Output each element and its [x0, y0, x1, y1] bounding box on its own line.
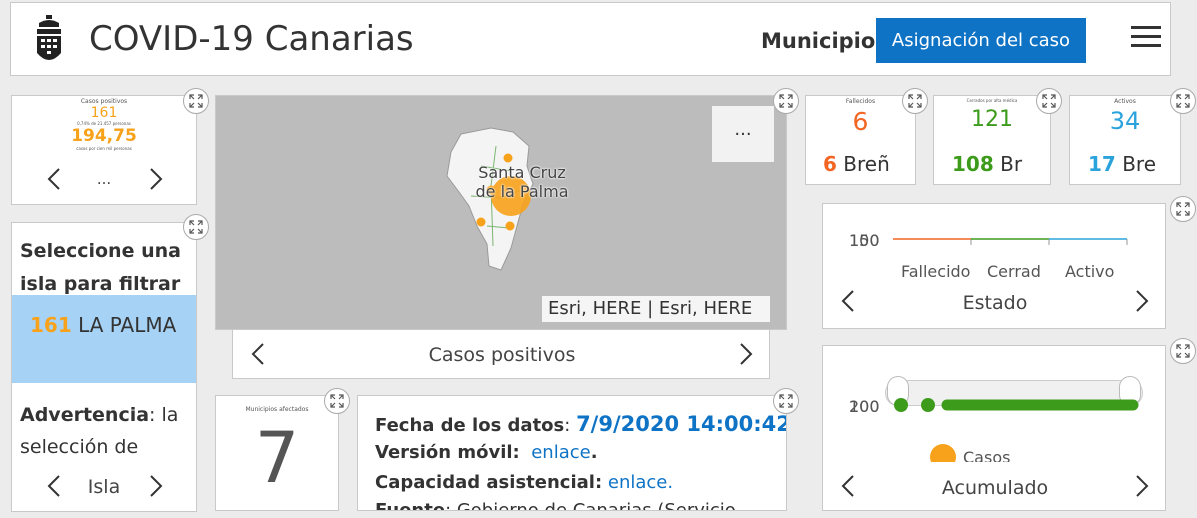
warning-label: Advertencia: [20, 404, 150, 426]
prev-arrow-icon[interactable]: [841, 290, 855, 312]
closed-cases-card: Cerrados por alta médica 121 108 Br: [933, 95, 1051, 185]
island-nav-label: Isla: [87, 476, 121, 498]
cumulative-chart-panel: 100 200 Casos Acumulado: [822, 345, 1166, 511]
prev-arrow-icon[interactable]: [251, 343, 265, 365]
closed-detail: 108 Br: [952, 152, 1022, 176]
status-chart-panel: 100 150 Fallecido Cerrad Activo Estado: [822, 203, 1166, 329]
mobile-version-link[interactable]: enlace: [531, 442, 590, 463]
source-row: Fuente: Gobierno de Canarias (Servicio: [375, 500, 736, 511]
prev-arrow-icon[interactable]: [47, 475, 61, 497]
map-more-options-button[interactable]: ···: [712, 106, 774, 162]
capacity-link[interactable]: enlace.: [608, 472, 673, 493]
island-item-la-palma[interactable]: 161 LA PALMA: [12, 295, 196, 383]
prev-arrow-icon[interactable]: [841, 475, 855, 497]
next-arrow-icon[interactable]: [1135, 290, 1149, 312]
status-legend-closed: Cerrad: [987, 262, 1041, 281]
municipalities-caption: Municipios afectados: [245, 406, 309, 413]
island-item-count: 161: [30, 313, 72, 337]
expand-icon[interactable]: [1170, 196, 1196, 222]
filter-warning: Advertencia: la selección de: [20, 399, 196, 463]
la-palma-island-map[interactable]: [441, 126, 556, 276]
map-nav-label: Casos positivos: [428, 344, 576, 366]
mobile-version-label: Versión móvil:: [375, 442, 520, 463]
positive-cases-card: Casos positivos 161 0,74% de 21.457 pers…: [11, 95, 197, 205]
expand-icon[interactable]: [1036, 88, 1062, 114]
source-label: Fuente: [375, 500, 446, 511]
status-y-tick: 150: [849, 231, 880, 250]
capacity-row: Capacidad asistencial: enlace.: [375, 472, 673, 493]
active-detail: 17 Bre: [1088, 152, 1156, 176]
active-detail-value: 17: [1088, 152, 1116, 176]
expand-icon[interactable]: [902, 88, 928, 114]
positive-cases-rate: 194,75: [71, 126, 137, 146]
cumulative-nav-label: Acumulado: [941, 477, 1049, 499]
data-date-label: Fecha de los datos: [375, 415, 565, 436]
island-item-name: LA PALMA: [78, 313, 177, 337]
active-detail-name: Bre: [1122, 152, 1157, 176]
municipio-toggle[interactable]: Municipio: [761, 29, 875, 53]
positive-cases-nav-label: ...: [96, 170, 112, 188]
deceased-card: Fallecidos 6 6 Breñ: [805, 95, 916, 185]
positive-cases-rate-caption: casos por cien mil personas: [76, 146, 132, 151]
canarias-coat-of-arms-icon: [37, 15, 61, 60]
next-arrow-icon[interactable]: [1135, 475, 1149, 497]
closed-detail-value: 108: [952, 152, 994, 176]
expand-icon[interactable]: [183, 88, 209, 114]
next-arrow-icon[interactable]: [739, 343, 753, 365]
status-legend-active: Activo: [1065, 262, 1114, 281]
closed-value: 121: [971, 107, 1013, 132]
map-attribution: Esri, HERE | Esri, HERE: [542, 296, 770, 322]
status-chart: 100 150 Fallecido Cerrad Activo: [849, 231, 1128, 281]
next-arrow-icon[interactable]: [149, 168, 163, 190]
active-caption: Activos: [1114, 98, 1136, 105]
deceased-detail: 6 Breñ: [823, 152, 890, 176]
data-date-row: Fecha de los datos: 7/9/2020 14:00:42.: [375, 412, 787, 436]
mobile-version-row: Versión móvil: enlace.: [375, 442, 598, 463]
municipalities-card: Municipios afectados 7: [215, 395, 339, 511]
active-value: 34: [1109, 107, 1141, 135]
expand-icon[interactable]: [1170, 338, 1196, 364]
active-cases-card: Activos 34 17 Bre: [1069, 95, 1181, 185]
capacity-label: Capacidad asistencial:: [375, 472, 603, 493]
source-value: : Gobierno de Canarias (Servicio: [445, 500, 736, 511]
deceased-value: 6: [852, 107, 869, 136]
municipalities-value: 7: [254, 417, 300, 499]
prev-arrow-icon[interactable]: [47, 168, 61, 190]
data-date-value: 7/9/2020 14:00:42.: [576, 412, 787, 436]
island-list-panel: Seleccione una isla para filtrar 161 LA …: [11, 222, 197, 512]
status-legend-deceased: Fallecido: [901, 262, 970, 281]
status-nav-label: Estado: [962, 292, 1028, 314]
data-info-panel: Fecha de los datos: 7/9/2020 14:00:42. V…: [357, 395, 787, 511]
expand-icon[interactable]: [773, 88, 799, 114]
header-bar: COVID-19 Canarias Municipio Asignación d…: [10, 2, 1171, 76]
island-list-heading: Seleccione una isla para filtrar: [20, 240, 181, 295]
map-panel[interactable]: Santa Cruz de la Palma ··· Esri, HERE | …: [215, 95, 787, 330]
closed-detail-name: Br: [1000, 152, 1023, 176]
app-title: COVID-19 Canarias: [89, 19, 414, 59]
deceased-caption: Fallecidos: [845, 98, 876, 105]
positive-cases-value: 161: [90, 105, 118, 121]
cumulative-point: [894, 398, 908, 412]
expand-icon[interactable]: [324, 388, 350, 414]
expand-icon[interactable]: [1170, 88, 1196, 114]
closed-caption: Cerrados por alta médica: [966, 98, 1018, 103]
expand-icon[interactable]: [773, 388, 799, 414]
cumulative-y-tick: 200: [849, 397, 880, 416]
map-city-label: Santa Cruz de la Palma: [475, 163, 569, 201]
cumulative-chart: 100 200 Casos: [849, 397, 1139, 466]
deceased-detail-value: 6: [823, 152, 837, 176]
deceased-detail-name: Breñ: [843, 152, 890, 176]
map-nav-bar: Casos positivos: [232, 329, 770, 379]
expand-icon[interactable]: [183, 214, 209, 240]
positive-cases-caption: Casos positivos: [80, 98, 128, 105]
assign-case-button[interactable]: Asignación del caso: [876, 18, 1086, 63]
hamburger-menu-icon[interactable]: [1131, 20, 1161, 53]
cumulative-point: [921, 398, 935, 412]
next-arrow-icon[interactable]: [149, 475, 163, 497]
